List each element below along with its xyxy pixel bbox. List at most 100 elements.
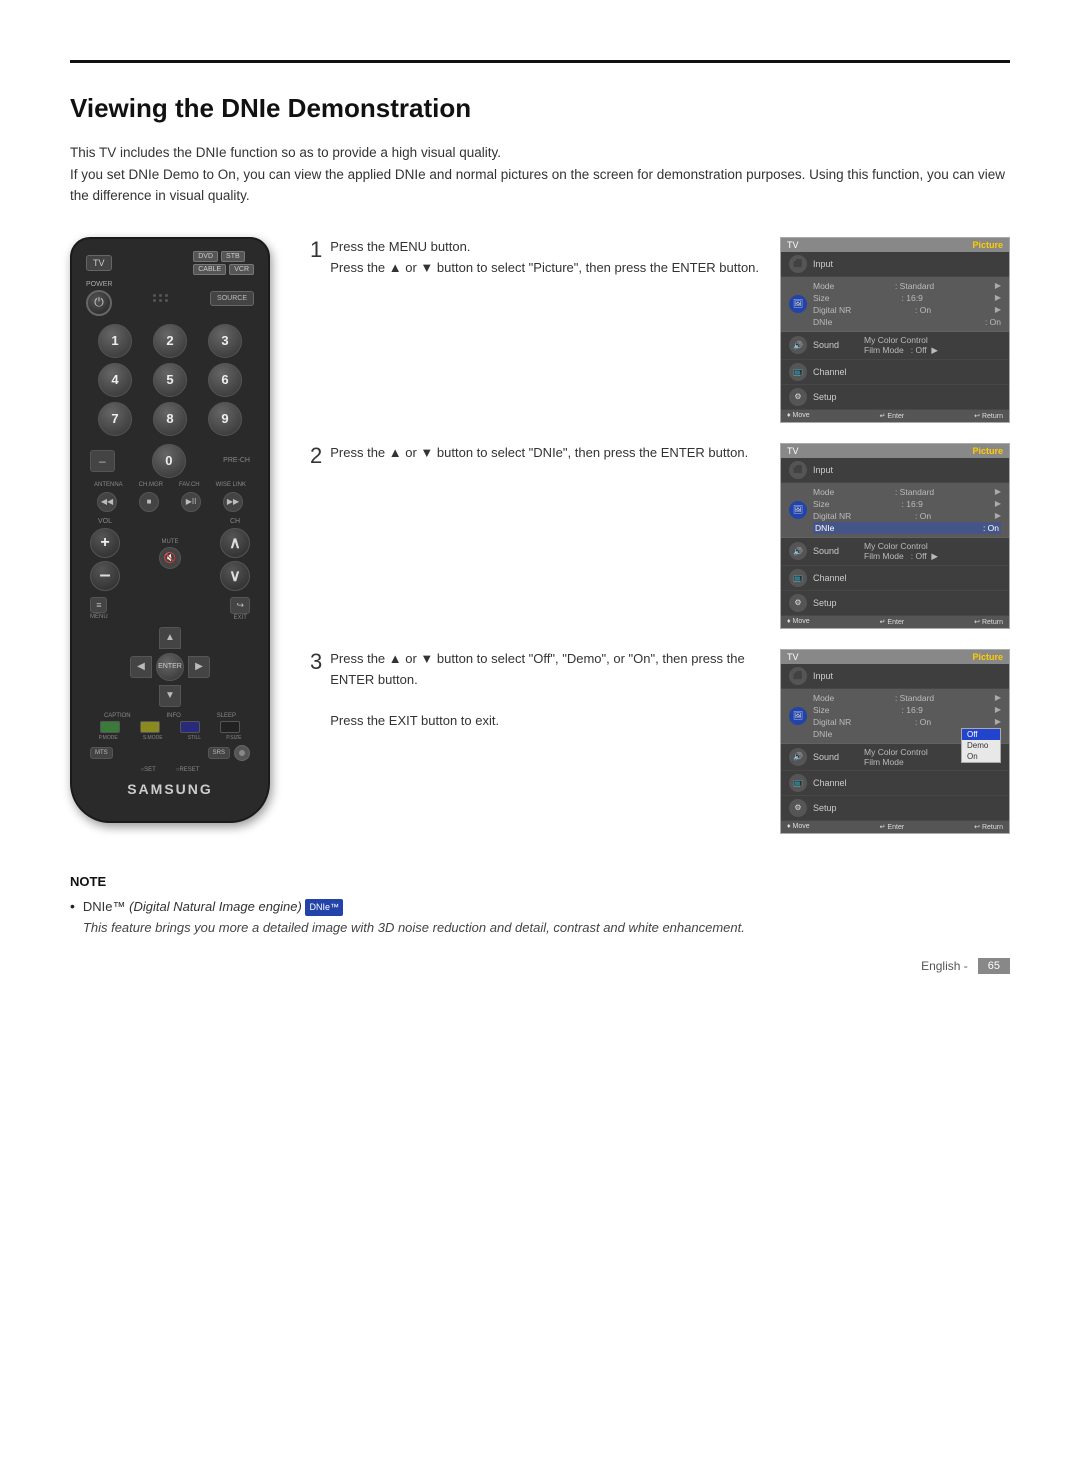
channel-icon-3: 📺 (789, 774, 807, 792)
channel-label-3: Channel (813, 778, 858, 788)
channel-icon-2: 📺 (789, 569, 807, 587)
sound-label-3: Sound (813, 752, 858, 762)
setup-label-3: Setup (813, 803, 858, 813)
note-italic: This feature brings you more a detailed … (83, 920, 745, 935)
btn-6[interactable]: 6 (208, 363, 242, 397)
cable-btn[interactable]: CABLE (193, 264, 226, 275)
exit-btn[interactable]: ↪ EXIT (230, 597, 250, 621)
menu-picture-row-3: 🖼 Mode : Standard ▶ Size : 16:9 (781, 689, 1009, 744)
vol-down-btn[interactable]: – (90, 561, 120, 591)
samsung-logo: SAMSUNG (86, 781, 254, 797)
submenu-dnie-1: DNIe : On (813, 316, 1001, 328)
black-btn[interactable] (220, 721, 240, 733)
menu-exit-row: ≡ MENU ↪ EXIT (90, 597, 250, 621)
dpad-up[interactable]: ▲ (159, 627, 181, 649)
channel-label-1: Channel (813, 367, 858, 377)
btn-5[interactable]: 5 (153, 363, 187, 397)
tv-label-btn[interactable]: TV (86, 255, 112, 271)
main-content: TV DVD STB CABLE VCR (70, 237, 1010, 834)
vcr-btn[interactable]: VCR (229, 264, 254, 275)
source-button[interactable]: SOURCE (210, 291, 254, 306)
submenu-dnie-3: DNIe Off Demo On (813, 728, 1001, 740)
tv-header-left-1: TV (787, 240, 799, 250)
tv-screen-1: TV Picture ⬛ Input 🖼 (780, 237, 1010, 423)
set-label: ○SET (141, 767, 156, 773)
picture-submenu-3: Mode : Standard ▶ Size : 16:9 ▶ (813, 692, 1001, 740)
still-label: STILL (188, 735, 201, 741)
setup-label-1: Setup (813, 392, 858, 402)
footer-return-3: ↩ Return (974, 823, 1003, 831)
dpad-down[interactable]: ▼ (159, 685, 181, 707)
vol-area: VOL + – (90, 518, 120, 591)
dpad-enter[interactable]: ENTER (156, 653, 184, 681)
mts-btn[interactable]: MTS (90, 747, 113, 759)
srs-btn[interactable]: SRS (208, 747, 230, 759)
circle-btn[interactable] (234, 745, 250, 761)
psize-label: P.SIZE (226, 735, 241, 741)
sound-icon-3: 🔊 (789, 748, 807, 766)
btn-9[interactable]: 9 (208, 402, 242, 436)
intro-text: This TV includes the DNIe function so as… (70, 142, 1010, 207)
dvd-row: DVD STB (193, 251, 254, 262)
dpad-container: ▲ ▼ ◀ ▶ ENTER (86, 627, 254, 707)
btn-4[interactable]: 4 (98, 363, 132, 397)
channel-icon-1: 📺 (789, 363, 807, 381)
dropdown-off: Off (962, 729, 1000, 740)
remote: TV DVD STB CABLE VCR (70, 237, 270, 823)
dot5 (159, 299, 162, 302)
setup-label-2: Setup (813, 598, 858, 608)
ff-btn[interactable]: ▶▶ (223, 492, 243, 512)
setup-icon-1: ⚙ (789, 388, 807, 406)
caption-label: CAPTION (104, 713, 131, 719)
input-icon-3: ⬛ (789, 667, 807, 685)
input-label-1: Input (813, 259, 858, 269)
pmode-row: P.MODE S.MODE STILL P.SIZE (86, 735, 254, 741)
remote-container: TV DVD STB CABLE VCR (70, 237, 280, 823)
rew-btn[interactable]: ◀◀ (97, 492, 117, 512)
green-btn[interactable] (100, 721, 120, 733)
btn-3[interactable]: 3 (208, 324, 242, 358)
btn-7[interactable]: 7 (98, 402, 132, 436)
btn-2[interactable]: 2 (153, 324, 187, 358)
stop-btn[interactable]: ■ (139, 492, 159, 512)
submenu-size-2: Size : 16:9 ▶ (813, 498, 1001, 510)
submenu-dnr-3: Digital NR : On ▶ (813, 716, 1001, 728)
input-icon-2: ⬛ (789, 461, 807, 479)
menu-setup-row-1: ⚙ Setup (781, 385, 1009, 410)
btn-8[interactable]: 8 (153, 402, 187, 436)
blue-btn[interactable] (180, 721, 200, 733)
dpad-left[interactable]: ◀ (130, 656, 152, 678)
special-row: – 0 PRE-CH (90, 444, 250, 478)
vol-up-btn[interactable]: + (90, 528, 120, 558)
tv-screen-2: TV Picture ⬛ Input 🖼 Mode (780, 443, 1010, 629)
tv-header-left-3: TV (787, 652, 799, 662)
note-section: NOTE • DNIe™ (Digital Natural Image engi… (70, 864, 1010, 939)
menu-setup-row-3: ⚙ Setup (781, 796, 1009, 821)
footer-return-2: ↩ Return (974, 618, 1003, 626)
btn-1[interactable]: 1 (98, 324, 132, 358)
input-icon-1: ⬛ (789, 255, 807, 273)
dots-area (153, 294, 169, 302)
tv-screen-1-header: TV Picture (781, 238, 1009, 252)
dot6 (165, 299, 168, 302)
ch-down-btn[interactable]: ∨ (220, 561, 250, 591)
power-button[interactable]: ⏻ (86, 290, 112, 316)
note-dnie-text: DNIe™ (Digital Natural Image engine) (83, 899, 306, 914)
menu-btn[interactable]: ≡ MENU (90, 597, 108, 620)
tv-header-left-2: TV (787, 446, 799, 456)
note-bullet: • DNIe™ (Digital Natural Image engine) D… (70, 897, 1010, 939)
mute-button[interactable]: 🔇 (159, 547, 181, 569)
stb-btn[interactable]: STB (221, 251, 245, 262)
submenu-mode-2: Mode : Standard ▶ (813, 486, 1001, 498)
yellow-btn[interactable] (140, 721, 160, 733)
dvd-btn[interactable]: DVD (193, 251, 218, 262)
btn-0[interactable]: 0 (152, 444, 186, 478)
dash-button[interactable]: – (90, 450, 115, 472)
dpad-right[interactable]: ▶ (188, 656, 210, 678)
play-pause-btn[interactable]: ▶II (181, 492, 201, 512)
menu-setup-row-2: ⚙ Setup (781, 591, 1009, 616)
sound-label-1: Sound (813, 340, 858, 350)
ch-up-btn[interactable]: ∧ (220, 528, 250, 558)
step-3-content: Press the ▲ or ▼ button to select "Off",… (330, 649, 760, 732)
number-pad: 1 2 3 4 5 6 7 8 9 (90, 324, 250, 436)
